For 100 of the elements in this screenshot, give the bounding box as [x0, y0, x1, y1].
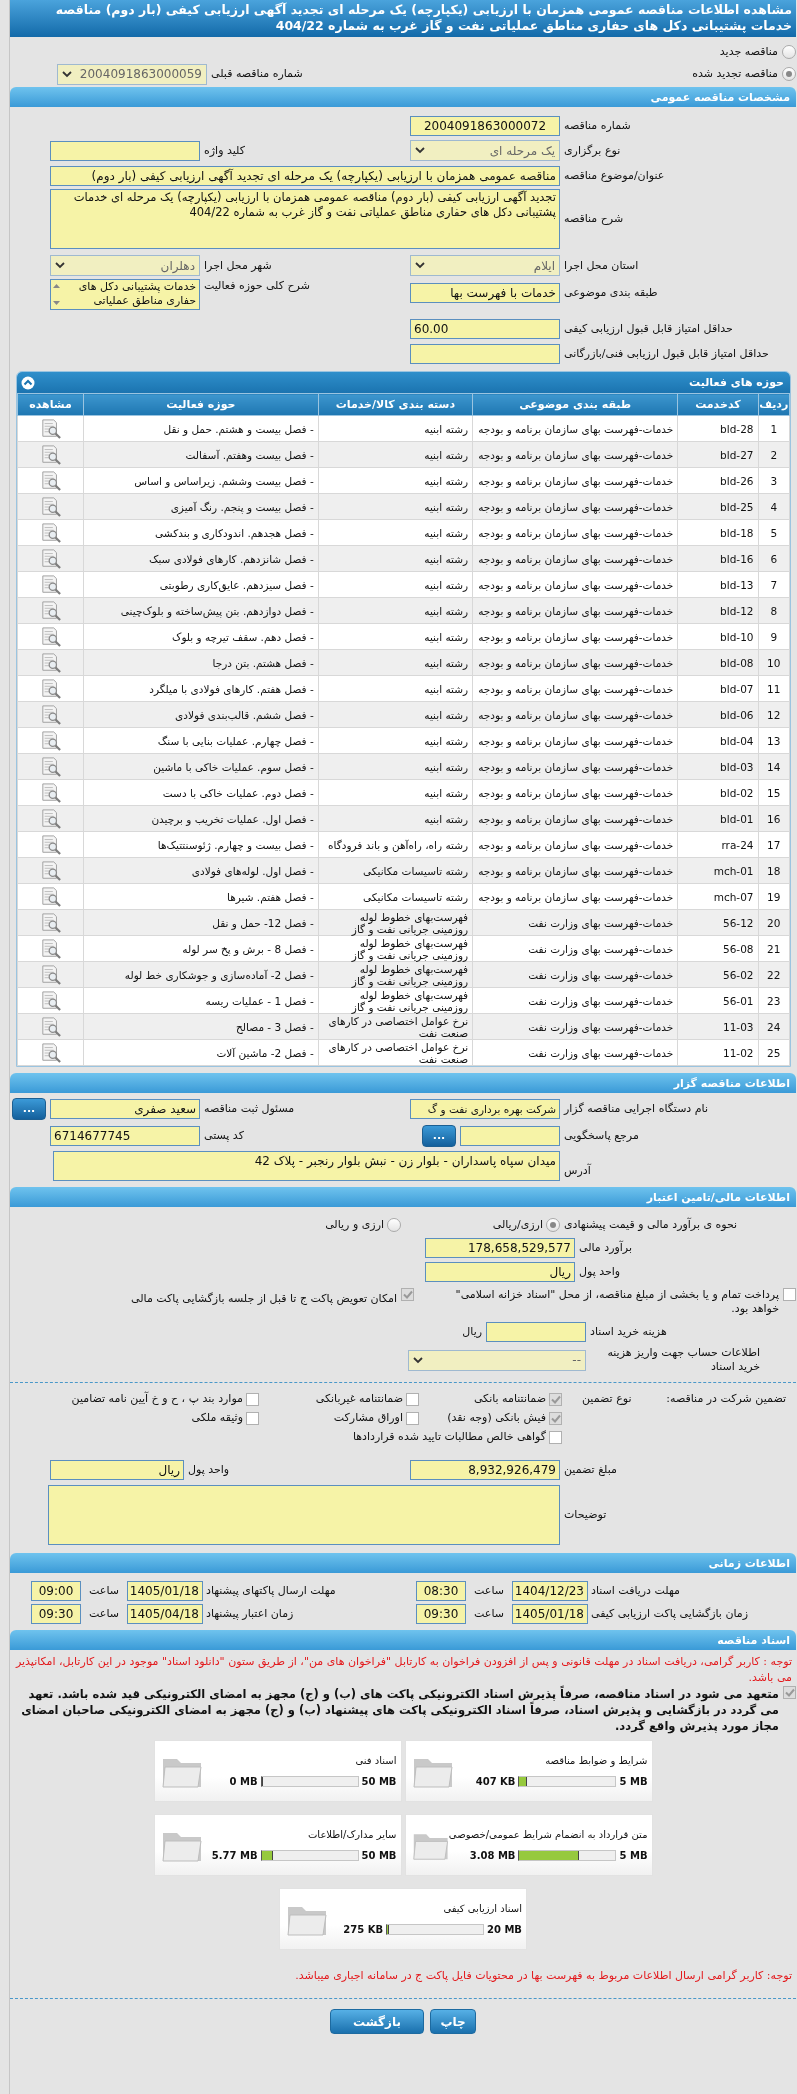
document-search-icon[interactable]: [39, 756, 62, 777]
previous-tender-select[interactable]: 2004091863000059: [57, 63, 207, 85]
document-search-icon[interactable]: [39, 652, 62, 673]
table-cell: 11: [758, 675, 790, 702]
column-header: طبقه بندی موضوعی: [472, 393, 678, 416]
browse-button[interactable]: ...: [12, 1097, 46, 1120]
account-select[interactable]: --: [408, 1349, 586, 1371]
document-search-icon[interactable]: [39, 418, 62, 439]
table-cell: خدمات-فهرست بهای سازمان برنامه و بودجه: [472, 753, 678, 780]
table-cell: رشته ابنیه: [318, 493, 473, 520]
keyword-field[interactable]: [50, 140, 200, 161]
field-label: زمان اعتبار پیشنهاد: [206, 1607, 295, 1621]
table-cell: 56-12: [677, 909, 758, 936]
table-cell: خدمات-فهرست بهای سازمان برنامه و بودجه: [472, 883, 678, 910]
document-search-icon[interactable]: [39, 808, 62, 829]
commitment-text: متعهد می شود در اسناد مناقصه، صرفاً پذیرش اسناد الکترونیکی پاکت های (ب) و (ج) مجهز به امضای الکترونیکی قید شده باشد. تعهد می گردد در بازگشایی و پذیرش اسناد، صرفاً اسناد الکترونیکی پاکت های پیشنهاد (ب) و (ج) مجهز به امضای الکترونیکی صاحبان امضای مجاز مورد پذیرش واقع گردد.: [20, 1686, 779, 1734]
table-cell: خدمات-فهرست بهای سازمان برنامه و بودجه: [472, 571, 678, 598]
table-cell: 9: [758, 623, 790, 650]
document-search-icon[interactable]: [39, 522, 62, 543]
document-search-icon[interactable]: [39, 548, 62, 569]
table-cell: خدمات-فهرست بهای وزارت نفت: [472, 935, 678, 962]
file-size: 3.08 MB: [469, 1850, 516, 1861]
table-cell: خدمات-فهرست بهای سازمان برنامه و بودجه: [472, 857, 678, 884]
column-header: کدخدمت: [677, 393, 758, 416]
document-search-icon[interactable]: [39, 782, 62, 803]
field-label: شهر محل اجرا: [204, 258, 273, 273]
field-label: کد پستی: [204, 1128, 245, 1143]
document-search-icon[interactable]: [39, 860, 62, 881]
table-cell: رشته ابنیه: [318, 467, 473, 494]
table-cell: - فصل سوم. عملیات خاکی با ماشین: [83, 753, 319, 780]
table-cell: bld-01: [677, 805, 758, 832]
checkbox-label: موارد بند پ ، ح و خ آیین نامه تضامین: [71, 1392, 243, 1406]
checkbox[interactable]: [549, 1430, 562, 1444]
table-cell: خدمات-فهرست بهای سازمان برنامه و بودجه: [472, 831, 678, 858]
table-cell: bld-12: [677, 597, 758, 624]
document-search-icon[interactable]: [39, 886, 62, 907]
table-cell: 3: [758, 467, 790, 494]
file-size: 0 MB: [229, 1776, 258, 1787]
table-cell: 21: [758, 935, 790, 962]
field-label: ساعت: [473, 1584, 505, 1598]
table-cell: رشته تاسیسات مکانیکی: [318, 857, 473, 884]
table-cell: خدمات-فهرست بهای وزارت نفت: [472, 987, 678, 1014]
document-search-icon[interactable]: [39, 574, 62, 595]
table-cell: 20: [758, 909, 790, 936]
document-search-icon[interactable]: [39, 496, 62, 517]
document-search-icon[interactable]: [39, 444, 62, 465]
table-cell: خدمات-فهرست بهای سازمان برنامه و بودجه: [472, 649, 678, 676]
document-search-icon[interactable]: [39, 678, 62, 699]
document-search-icon[interactable]: [39, 600, 62, 621]
chevron-down-icon: [62, 70, 72, 78]
radio-button[interactable]: [387, 1217, 401, 1232]
checkbox[interactable]: [401, 1288, 414, 1301]
holding-type-select[interactable]: یک مرحله ای: [410, 140, 560, 161]
table-cell: 18: [758, 857, 790, 884]
document-search-icon[interactable]: [39, 1016, 62, 1037]
table-cell: - فصل بیست و چهارم. ژئوسنتتیک‌ها: [83, 831, 319, 858]
estimate-field: 178,658,529,577: [425, 1237, 575, 1258]
date-field: 1405/01/18: [127, 1581, 203, 1601]
radio-button[interactable]: [782, 67, 796, 81]
field-label: نوع تضمین: [582, 1392, 632, 1406]
checkbox[interactable]: [783, 1288, 796, 1301]
table-cell: bld-07: [677, 675, 758, 702]
document-search-icon[interactable]: [39, 704, 62, 725]
checkbox[interactable]: [246, 1411, 259, 1425]
field-label: واحد پول: [188, 1462, 231, 1477]
document-search-icon[interactable]: [39, 964, 62, 985]
field-label: آدرس: [564, 1162, 592, 1178]
checkbox[interactable]: [406, 1411, 419, 1425]
radio-button[interactable]: [546, 1217, 560, 1232]
table-cell: - فصل هجدهم. اندودکاری و بندکشی: [83, 519, 319, 546]
province-select[interactable]: ایلام: [410, 255, 560, 276]
browse-button[interactable]: ...: [422, 1124, 456, 1147]
chevron-down-icon: [415, 262, 425, 269]
table-cell: - فصل دوم. عملیات خاکی با دست: [83, 779, 319, 806]
field-label: شماره مناقصه قبلی: [211, 67, 304, 81]
table-cell: - فصل شانزدهم. کارهای فولادی سبک: [83, 545, 319, 572]
document-search-icon[interactable]: [39, 938, 62, 959]
table-cell: رشته ابنیه: [318, 623, 473, 650]
checkbox[interactable]: [549, 1392, 562, 1406]
table-cell: خدمات-فهرست بهای سازمان برنامه و بودجه: [472, 415, 678, 442]
checkbox[interactable]: [246, 1392, 259, 1406]
document-search-icon[interactable]: [39, 990, 62, 1011]
radio-button[interactable]: [782, 45, 796, 59]
document-search-icon[interactable]: [39, 912, 62, 933]
table-cell: 4: [758, 493, 790, 520]
notes-field[interactable]: [48, 1485, 560, 1545]
document-search-icon[interactable]: [39, 470, 62, 491]
document-search-icon[interactable]: [39, 626, 62, 647]
checkbox[interactable]: [783, 1686, 796, 1699]
city-select[interactable]: دهلران: [50, 255, 200, 276]
document-search-icon[interactable]: [39, 834, 62, 855]
activity-scope-list[interactable]: خدمات پشتیبانی دکل های حفاری مناطق عملیاتی: [50, 279, 200, 310]
collapse-icon[interactable]: [21, 375, 35, 390]
document-search-icon[interactable]: [39, 1042, 62, 1063]
checkbox[interactable]: [549, 1411, 562, 1425]
back-button[interactable]: بازگشت: [330, 2009, 424, 2034]
table-cell: 23: [758, 987, 790, 1014]
print-button[interactable]: چاپ: [430, 2009, 476, 2034]
checkbox[interactable]: [406, 1392, 419, 1406]
document-search-icon[interactable]: [39, 730, 62, 751]
